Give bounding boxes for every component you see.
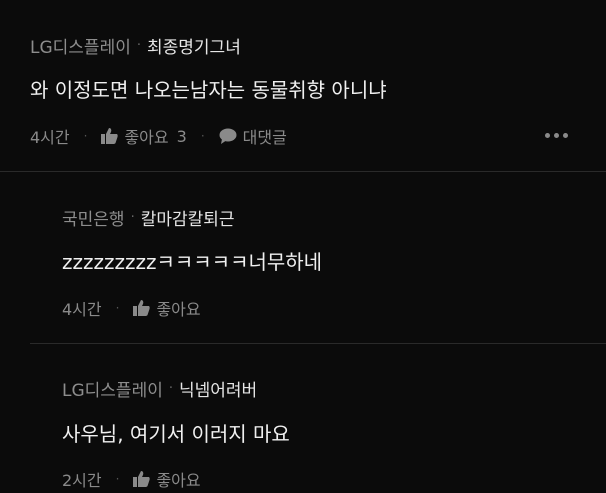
action-separator: · <box>200 129 205 143</box>
comment-text: 사우님, 여기서 이러지 마요 <box>62 422 290 446</box>
company-name: 국민은행 <box>62 210 125 230</box>
like-button[interactable]: 좋아요 <box>133 467 201 491</box>
like-count: 3 <box>176 126 187 146</box>
like-label: 좋아요 <box>124 128 169 147</box>
comment-meta: LG디스플레이 · 최종명기그녀 <box>30 33 241 58</box>
reply-button[interactable]: 대댓글 <box>219 124 287 148</box>
meta-separator: · <box>130 210 135 225</box>
author-nickname[interactable]: 닉넴어려버 <box>179 376 257 401</box>
divider <box>30 343 606 344</box>
thumbs-up-icon <box>133 300 151 316</box>
comment-text: zzzzzzzzzㅋㅋㅋㅋㅋ너무하네 <box>62 250 323 274</box>
comment-time: 4시간 <box>30 128 70 147</box>
company-name: LG디스플레이 <box>62 381 163 401</box>
meta-separator: · <box>136 38 141 53</box>
divider <box>0 171 606 172</box>
meta-separator: · <box>168 381 173 396</box>
action-separator: · <box>115 301 120 315</box>
comment-meta: 국민은행 · 칼마감칼퇴근 <box>62 205 235 230</box>
thumbs-up-icon <box>101 128 119 144</box>
more-options-icon[interactable] <box>545 133 568 138</box>
comment-actions: 4시간 · 좋아요 3 · 대댓글 <box>30 124 287 148</box>
company-name: LG디스플레이 <box>30 38 131 58</box>
comment-meta: LG디스플레이 · 닉넴어려버 <box>62 376 257 401</box>
thumbs-up-icon <box>133 471 151 487</box>
like-button[interactable]: 좋아요 <box>133 296 201 320</box>
comment-actions: 2시간 · 좋아요 <box>62 467 201 491</box>
like-button[interactable]: 좋아요 3 <box>101 124 187 148</box>
action-separator: · <box>115 472 120 486</box>
like-label: 좋아요 <box>156 471 201 490</box>
comment-actions: 4시간 · 좋아요 <box>62 296 201 320</box>
reply-label: 대댓글 <box>242 128 287 147</box>
comment-text: 와 이정도면 나오는남자는 동물취향 아니냐 <box>30 78 387 102</box>
like-label: 좋아요 <box>156 300 201 319</box>
author-nickname[interactable]: 칼마감칼퇴근 <box>141 205 235 230</box>
comment-time: 2시간 <box>62 471 102 490</box>
comment-time: 4시간 <box>62 300 102 319</box>
speech-bubble-icon <box>219 128 237 144</box>
action-separator: · <box>83 129 88 143</box>
author-nickname[interactable]: 최종명기그녀 <box>147 33 241 58</box>
